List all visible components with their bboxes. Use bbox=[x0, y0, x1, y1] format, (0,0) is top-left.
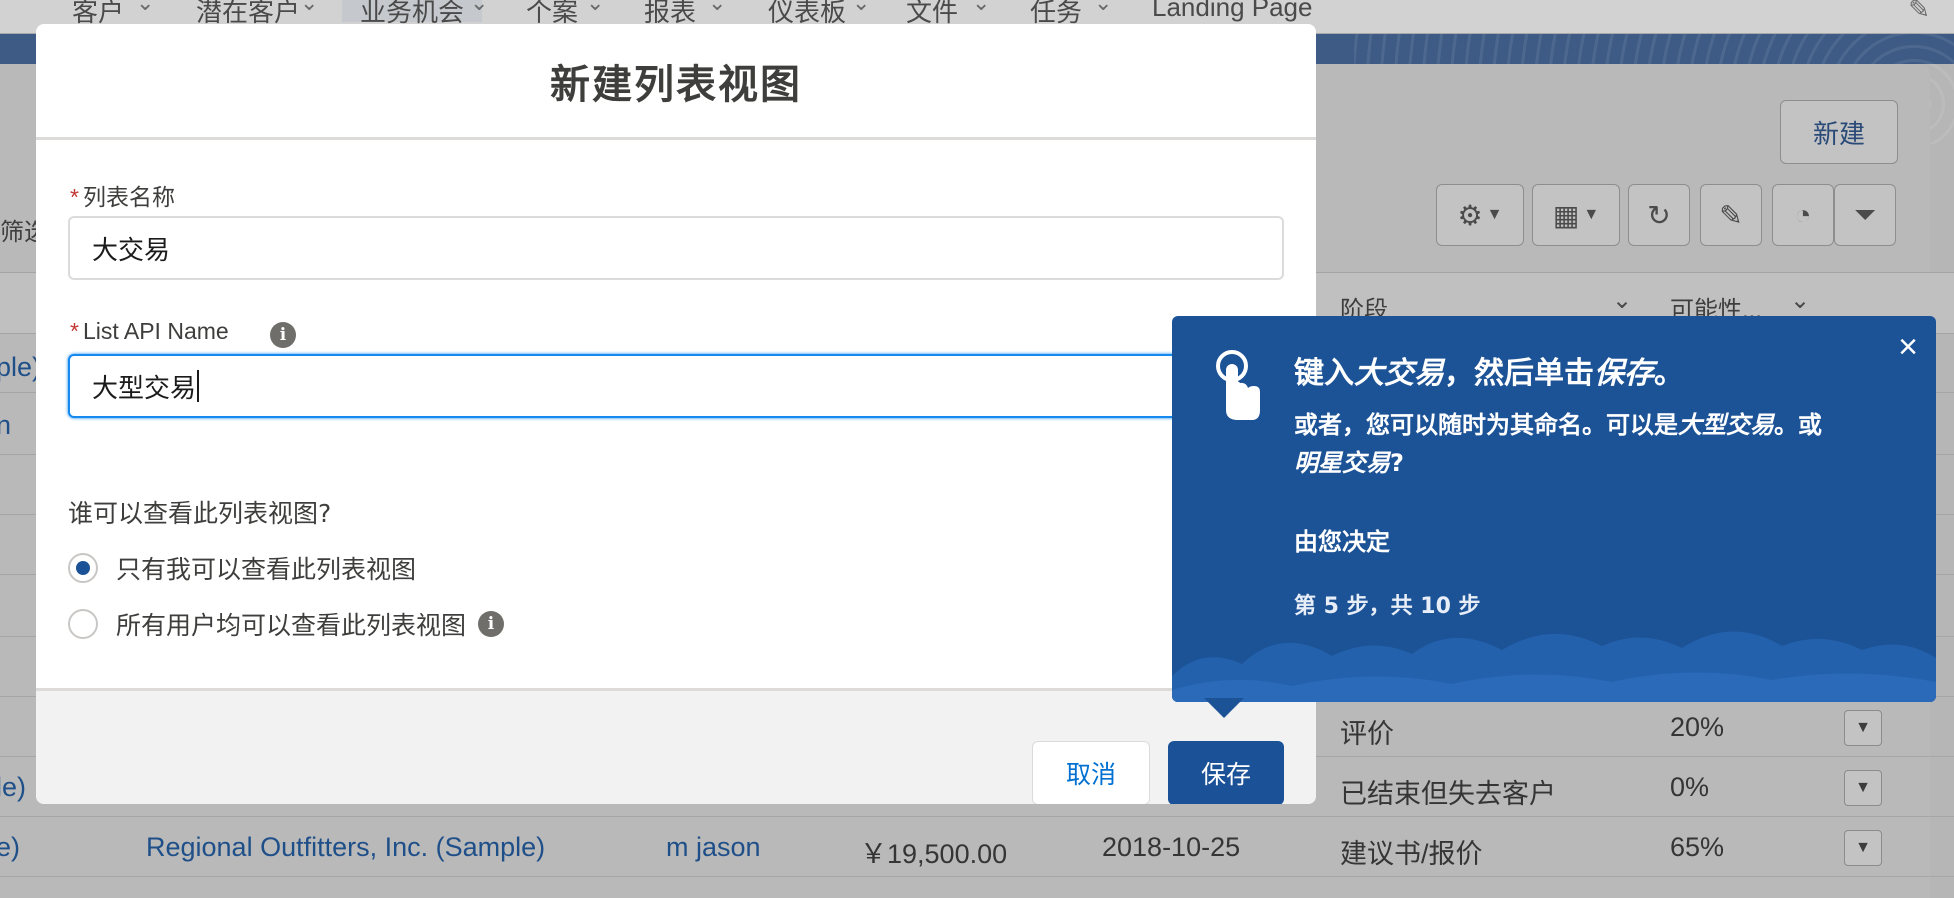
cell-stage: 评价 bbox=[1340, 719, 1394, 749]
modal-header: 新建列表视图 bbox=[36, 24, 1316, 140]
visibility-question: 谁可以查看此列表视图? bbox=[68, 499, 332, 528]
close-icon[interactable]: × bbox=[1898, 330, 1918, 364]
radio-dot bbox=[76, 561, 90, 575]
modal-title: 新建列表视图 bbox=[550, 61, 802, 108]
cell-probability: 0% bbox=[1670, 772, 1710, 802]
gear-icon: ⚙ bbox=[1457, 199, 1483, 231]
chevron-down-icon[interactable]: ⌄ bbox=[300, 0, 318, 16]
text-caret bbox=[197, 370, 200, 402]
walkthrough-step-counter: 第 5 步，共 10 步 bbox=[1294, 594, 1481, 619]
row-actions-dropdown[interactable]: ▼ bbox=[1844, 830, 1882, 866]
info-icon[interactable]: i bbox=[478, 611, 505, 637]
cell-probability: 65% bbox=[1670, 832, 1725, 862]
charts-button[interactable]: ◔ bbox=[1772, 184, 1834, 246]
required-marker: * bbox=[70, 318, 79, 344]
row-opportunity-link-truncated[interactable]: le) bbox=[0, 772, 26, 803]
row-divider bbox=[0, 816, 1954, 817]
radio-button-checked[interactable] bbox=[68, 553, 98, 583]
walkthrough-decide-text: 由您决定 bbox=[1294, 528, 1390, 556]
required-marker: * bbox=[70, 184, 79, 210]
chevron-down-icon: ▼ bbox=[1855, 779, 1871, 796]
row-opportunity-link-truncated[interactable]: e) bbox=[0, 832, 20, 863]
nav-tab-landing-page[interactable]: Landing Page bbox=[1152, 0, 1312, 23]
chevron-down-icon[interactable]: ⌄ bbox=[136, 0, 154, 16]
chevron-down-icon[interactable]: ⌄ bbox=[1094, 0, 1112, 16]
chevron-down-icon: ▼ bbox=[1855, 839, 1871, 856]
radio-button-unchecked[interactable] bbox=[68, 609, 98, 639]
cell-probability: 20% bbox=[1670, 712, 1725, 742]
info-icon[interactable]: i bbox=[270, 322, 296, 348]
list-name-label: * 列表名称 bbox=[70, 178, 175, 212]
refresh-button[interactable]: ↻ bbox=[1628, 184, 1690, 246]
radio-all-users[interactable]: 所有用户均可以查看此列表视图 i bbox=[68, 606, 505, 642]
row-divider bbox=[0, 876, 1954, 877]
chevron-down-icon[interactable]: ⌄ bbox=[470, 0, 488, 16]
walkthrough-body: 或者，您可以随时为其命名。可以是大型交易。或 明星交易? bbox=[1294, 411, 1822, 477]
new-list-view-modal: 新建列表视图 * 列表名称 大交易 * List API Name i 大型交易 谁… bbox=[36, 24, 1316, 804]
chevron-down-icon[interactable]: ⌄ bbox=[972, 0, 990, 16]
chevron-down-icon: ▼ bbox=[1855, 719, 1871, 736]
filters-button[interactable]: ⏷ bbox=[1834, 184, 1896, 246]
walkthrough-popover: × 键入大交易，然后单击保存。 或者，您可以随时为其命名。可以是大型交易。或 明星… bbox=[1172, 316, 1936, 702]
popover-pointer-arrow bbox=[1204, 698, 1244, 718]
chevron-down-icon[interactable]: ⌄ bbox=[708, 0, 726, 16]
list-name-label-text: 列表名称 bbox=[82, 184, 175, 210]
api-name-label-text: List API Name bbox=[82, 318, 229, 344]
edit-list-button[interactable]: ✎ bbox=[1700, 184, 1762, 246]
hand-pointer-icon bbox=[1216, 350, 1260, 420]
pencil-icon: ✎ bbox=[1719, 199, 1743, 231]
row-actions-dropdown[interactable]: ▼ bbox=[1844, 770, 1882, 806]
chevron-down-icon[interactable]: ⌄ bbox=[852, 0, 870, 16]
clouds-decoration bbox=[1172, 631, 1936, 702]
chevron-down-icon[interactable]: ⌄ bbox=[586, 0, 604, 16]
cancel-button[interactable]: 取消 bbox=[1032, 741, 1150, 804]
pie-chart-icon: ◔ bbox=[1794, 199, 1812, 230]
radio-only-me[interactable]: 只有我可以查看此列表视图 bbox=[68, 550, 416, 586]
modal-footer: 取消 保存 bbox=[36, 688, 1316, 804]
list-name-input[interactable]: 大交易 bbox=[68, 216, 1284, 280]
new-record-button[interactable]: 新建 bbox=[1780, 100, 1898, 164]
radio-only-me-label: 只有我可以查看此列表视图 bbox=[116, 555, 417, 584]
radio-all-users-label: 所有用户均可以查看此列表视图 bbox=[116, 611, 467, 640]
display-as-button[interactable]: ▦ ▼ bbox=[1532, 184, 1620, 246]
cell-account-link[interactable]: Regional Outfitters, Inc. (Sample) bbox=[146, 832, 545, 863]
table-icon: ▦ bbox=[1552, 199, 1580, 231]
row-actions-dropdown[interactable]: ▼ bbox=[1844, 710, 1882, 746]
refresh-icon: ↻ bbox=[1647, 199, 1671, 231]
chevron-down-icon: ▼ bbox=[1486, 206, 1503, 223]
api-name-input[interactable]: 大型交易 bbox=[68, 354, 1284, 418]
list-name-value: 大交易 bbox=[92, 235, 171, 266]
walkthrough-title: 键入大交易，然后单击保存。 bbox=[1294, 356, 1684, 391]
cell-close-date: 2018-10-25 bbox=[1102, 832, 1241, 862]
cell-amount: ￥19,500.00 bbox=[860, 839, 1008, 869]
edit-nav-pencil-icon[interactable]: ✎ bbox=[1908, 0, 1930, 25]
chevron-down-icon[interactable]: ⌄ bbox=[1790, 286, 1810, 315]
cell-stage: 建议书/报价 bbox=[1340, 839, 1483, 869]
cell-owner-link[interactable]: m jason bbox=[666, 832, 761, 863]
save-button[interactable]: 保存 bbox=[1168, 741, 1284, 804]
list-settings-button[interactable]: ⚙ ▼ bbox=[1436, 184, 1524, 246]
filter-icon: ⏷ bbox=[1853, 198, 1877, 230]
chevron-down-icon[interactable]: ⌄ bbox=[1612, 286, 1632, 315]
nav-tab-opportunities[interactable]: 业务机会 bbox=[342, 0, 483, 27]
cell-stage: 已结束但失去客户 bbox=[1340, 779, 1556, 809]
api-name-label: * List API Name bbox=[70, 318, 229, 345]
api-name-value: 大型交易 bbox=[92, 373, 197, 404]
row-opportunity-link-truncated[interactable]: n bbox=[0, 410, 11, 441]
row-opportunity-link-truncated[interactable]: ple) bbox=[0, 352, 41, 383]
chevron-down-icon: ▼ bbox=[1583, 206, 1600, 223]
